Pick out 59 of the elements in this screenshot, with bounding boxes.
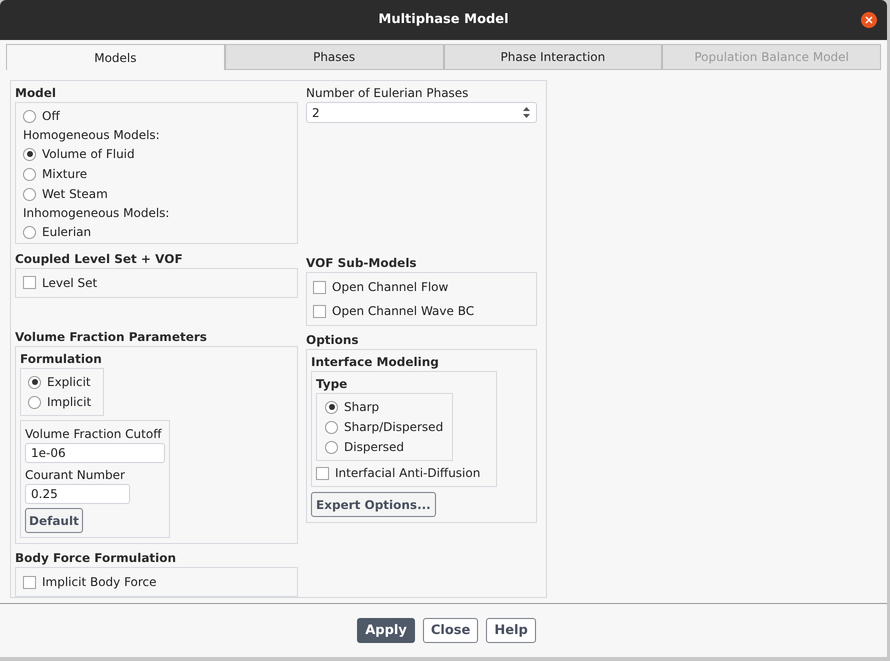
- default-button[interactable]: Default: [25, 508, 83, 534]
- checkbox-label: Interfacial Anti-Diffusion: [335, 465, 480, 482]
- radio-button[interactable]: [23, 226, 36, 238]
- section-title: Type: [316, 376, 348, 393]
- group-label: Homogeneous Models:: [23, 127, 161, 144]
- section-title: VOF Sub-Models: [306, 255, 418, 272]
- group-label: Inhomogeneous Models:: [23, 205, 170, 222]
- checkbox[interactable]: [23, 576, 36, 589]
- tab[interactable]: Phase Interaction: [444, 44, 662, 70]
- input-field[interactable]: 1e-06: [25, 443, 165, 464]
- radio-button[interactable]: [23, 188, 36, 200]
- radio-button[interactable]: [23, 168, 36, 180]
- checkbox[interactable]: [316, 466, 329, 480]
- radio-label: Sharp: [344, 399, 380, 416]
- input-field[interactable]: 0.25: [25, 484, 130, 504]
- section-title: Body Force Formulation: [15, 550, 178, 568]
- field-label: Volume Fraction Cutoff: [25, 426, 163, 444]
- dialog-button[interactable]: Apply: [357, 618, 415, 643]
- radio-label: Dispersed: [344, 439, 404, 456]
- spinner-arrows-icon[interactable]: [522, 106, 531, 119]
- section-title: Coupled Level Set + VOF: [15, 250, 184, 268]
- radio-button[interactable]: [28, 376, 41, 389]
- radio-button[interactable]: [23, 110, 36, 122]
- tab[interactable]: Phases: [224, 44, 444, 70]
- checkbox-label: Level Set: [42, 274, 98, 292]
- radio-label: Off: [42, 108, 60, 125]
- radio-label: Eulerian: [42, 224, 92, 241]
- field-label: Number of Eulerian Phases: [306, 85, 470, 102]
- checkbox[interactable]: [313, 304, 326, 318]
- radio-button[interactable]: [23, 148, 36, 160]
- section-title: Model: [15, 85, 58, 102]
- dialog-button[interactable]: Close: [422, 618, 478, 643]
- radio-button[interactable]: [325, 400, 338, 414]
- spinner-value: 2: [312, 104, 320, 122]
- window-title: Multiphase Model: [378, 11, 509, 30]
- radio-button[interactable]: [325, 440, 338, 454]
- tab[interactable]: Models: [6, 44, 225, 70]
- expert-options-button[interactable]: Expert Options...: [311, 492, 436, 517]
- section-title: Volume Fraction Parameters: [15, 329, 208, 346]
- checkbox-label: Open Channel Flow: [332, 279, 448, 296]
- radio-label: Explicit: [47, 374, 91, 392]
- checkbox-label: Open Channel Wave BC: [332, 303, 474, 320]
- close-icon[interactable]: [861, 12, 877, 28]
- radio-label: Volume of Fluid: [42, 146, 135, 163]
- section-title: Interface Modeling: [311, 354, 440, 371]
- checkbox-label: Implicit Body Force: [42, 574, 157, 592]
- dialog-button[interactable]: Help: [486, 618, 536, 643]
- section-title: Options: [306, 332, 360, 349]
- radio-label: Sharp/Dispersed: [344, 419, 444, 436]
- radio-label: Mixture: [42, 166, 88, 183]
- radio-button[interactable]: [325, 420, 338, 434]
- radio-button[interactable]: [28, 396, 41, 409]
- radio-label: Implicit: [47, 394, 92, 412]
- checkbox[interactable]: [313, 280, 326, 294]
- radio-label: Wet Steam: [42, 186, 108, 203]
- number-spinner[interactable]: 2: [306, 102, 537, 123]
- field-label: Courant Number: [25, 467, 126, 484]
- section-title: Formulation: [20, 351, 103, 368]
- checkbox[interactable]: [23, 276, 36, 290]
